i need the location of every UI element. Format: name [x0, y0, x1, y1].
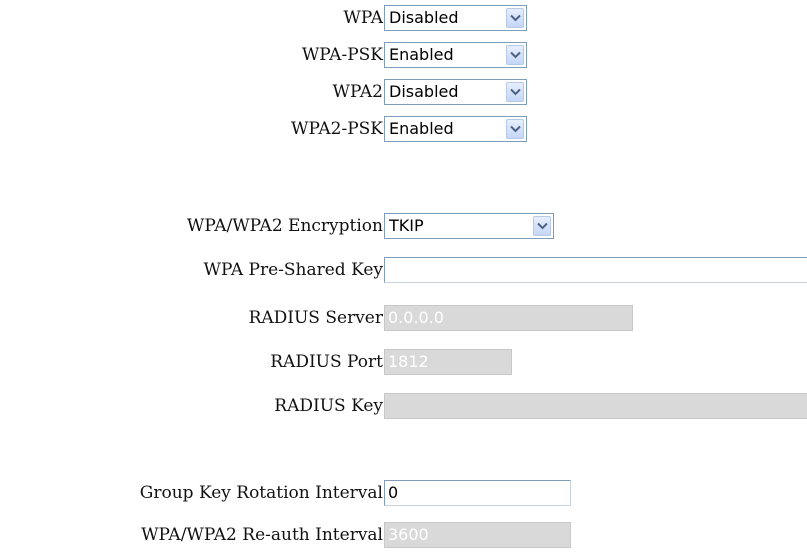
wpa2-psk-select-value: Enabled: [389, 119, 454, 138]
wpa2-select-value: Disabled: [389, 82, 459, 101]
encryption-select[interactable]: TKIP: [384, 213, 554, 239]
wpa-psk-select-value: Enabled: [389, 45, 454, 64]
encryption-row: WPA/WPA2 Encryption TKIP: [0, 213, 807, 239]
radius-server-value: 0.0.0.0: [388, 308, 444, 327]
reauth-value: 3600: [388, 525, 429, 544]
wpa2-psk-label: WPA2-PSK: [291, 119, 383, 139]
reauth-input[interactable]: 3600: [384, 522, 571, 548]
chevron-down-icon[interactable]: [533, 216, 551, 236]
chevron-down-icon[interactable]: [506, 8, 524, 28]
radius-key-input[interactable]: [384, 393, 807, 419]
group-key-value: 0: [388, 483, 399, 502]
psk-input[interactable]: [384, 257, 807, 283]
psk-label: WPA Pre-Shared Key: [203, 260, 383, 280]
group-key-row: Group Key Rotation Interval 0: [0, 480, 807, 506]
radius-server-label: RADIUS Server: [248, 308, 383, 328]
chevron-down-icon[interactable]: [506, 45, 524, 65]
wpa-psk-row: WPA-PSK Enabled: [0, 42, 807, 68]
radius-server-input[interactable]: 0.0.0.0: [384, 305, 633, 331]
radius-server-row: RADIUS Server 0.0.0.0: [0, 305, 807, 331]
wpa2-psk-row: WPA2-PSK Enabled: [0, 116, 807, 142]
reauth-row: WPA/WPA2 Re-auth Interval 3600: [0, 522, 807, 548]
encryption-label: WPA/WPA2 Encryption: [186, 216, 383, 236]
radius-key-label: RADIUS Key: [274, 396, 383, 416]
radius-port-label: RADIUS Port: [270, 352, 383, 372]
wpa-select[interactable]: Disabled: [384, 5, 527, 31]
wpa2-select[interactable]: Disabled: [384, 79, 527, 105]
wpa2-row: WPA2 Disabled: [0, 79, 807, 105]
group-key-label: Group Key Rotation Interval: [139, 483, 383, 503]
wpa-row: WPA Disabled: [0, 5, 807, 31]
chevron-down-icon[interactable]: [506, 82, 524, 102]
chevron-down-icon[interactable]: [506, 119, 524, 139]
radius-port-value: 1812: [388, 352, 429, 371]
wpa-psk-label: WPA-PSK: [301, 45, 383, 65]
encryption-select-value: TKIP: [389, 216, 424, 235]
reauth-label: WPA/WPA2 Re-auth Interval: [141, 525, 383, 545]
wpa2-psk-select[interactable]: Enabled: [384, 116, 527, 142]
wpa-psk-select[interactable]: Enabled: [384, 42, 527, 68]
wireless-security-form: WPA Disabled WPA-PSK Enabled WPA2 Disabl…: [0, 0, 807, 554]
group-key-input[interactable]: 0: [384, 480, 571, 506]
wpa-label: WPA: [343, 8, 383, 28]
wpa-select-value: Disabled: [389, 8, 459, 27]
psk-row: WPA Pre-Shared Key: [0, 257, 807, 283]
radius-key-row: RADIUS Key: [0, 393, 807, 419]
radius-port-input[interactable]: 1812: [384, 349, 512, 375]
radius-port-row: RADIUS Port 1812: [0, 349, 807, 375]
wpa2-label: WPA2: [332, 82, 383, 102]
